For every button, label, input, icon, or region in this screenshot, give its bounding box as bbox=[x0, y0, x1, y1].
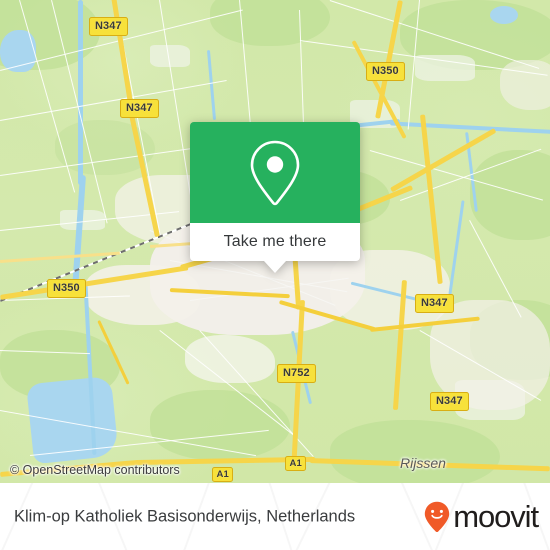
road-shield: N347 bbox=[120, 99, 159, 118]
location-title: Klim-op Katholiek Basisonderwijs, Nether… bbox=[14, 507, 356, 525]
road-shield: N752 bbox=[277, 364, 316, 383]
moovit-location-card-screenshot: N347 N347 N350 N350 N347 N347 N752 A1 A1 Rijssen… bbox=[0, 0, 550, 550]
footer-bar: Klim-op Katholiek Basisonderwijs, Nether… bbox=[0, 483, 550, 550]
canal bbox=[78, 0, 83, 185]
road-shield: A1 bbox=[212, 467, 234, 482]
moovit-pin-smiley-icon bbox=[425, 501, 450, 532]
road-shield: A1 bbox=[285, 456, 307, 471]
place-label: Rijssen bbox=[400, 455, 446, 471]
road-shield: N347 bbox=[415, 294, 454, 313]
lake bbox=[490, 6, 518, 24]
moovit-wordmark: moovit bbox=[453, 499, 539, 534]
moovit-brand[interactable]: moovit bbox=[424, 499, 539, 534]
callout-pointer-tail bbox=[264, 261, 286, 273]
road-shield: N347 bbox=[430, 392, 469, 411]
map-canvas[interactable]: N347 N347 N350 N350 N347 N347 N752 A1 A1 Rijssen… bbox=[0, 0, 550, 483]
urban-area-far-east bbox=[500, 60, 550, 110]
osm-attribution[interactable]: © OpenStreetMap contributors bbox=[10, 463, 180, 477]
take-me-there-label: Take me there bbox=[223, 233, 327, 250]
location-callout-card[interactable]: Take me there bbox=[190, 122, 360, 273]
road-shield: N350 bbox=[47, 279, 86, 298]
road-shield: N347 bbox=[89, 17, 128, 36]
map-pin-icon bbox=[250, 140, 300, 205]
road-shield: N350 bbox=[366, 62, 405, 81]
callout-header bbox=[190, 122, 360, 223]
urban-area-secondary bbox=[330, 250, 450, 330]
callout-footer[interactable]: Take me there bbox=[190, 223, 360, 261]
